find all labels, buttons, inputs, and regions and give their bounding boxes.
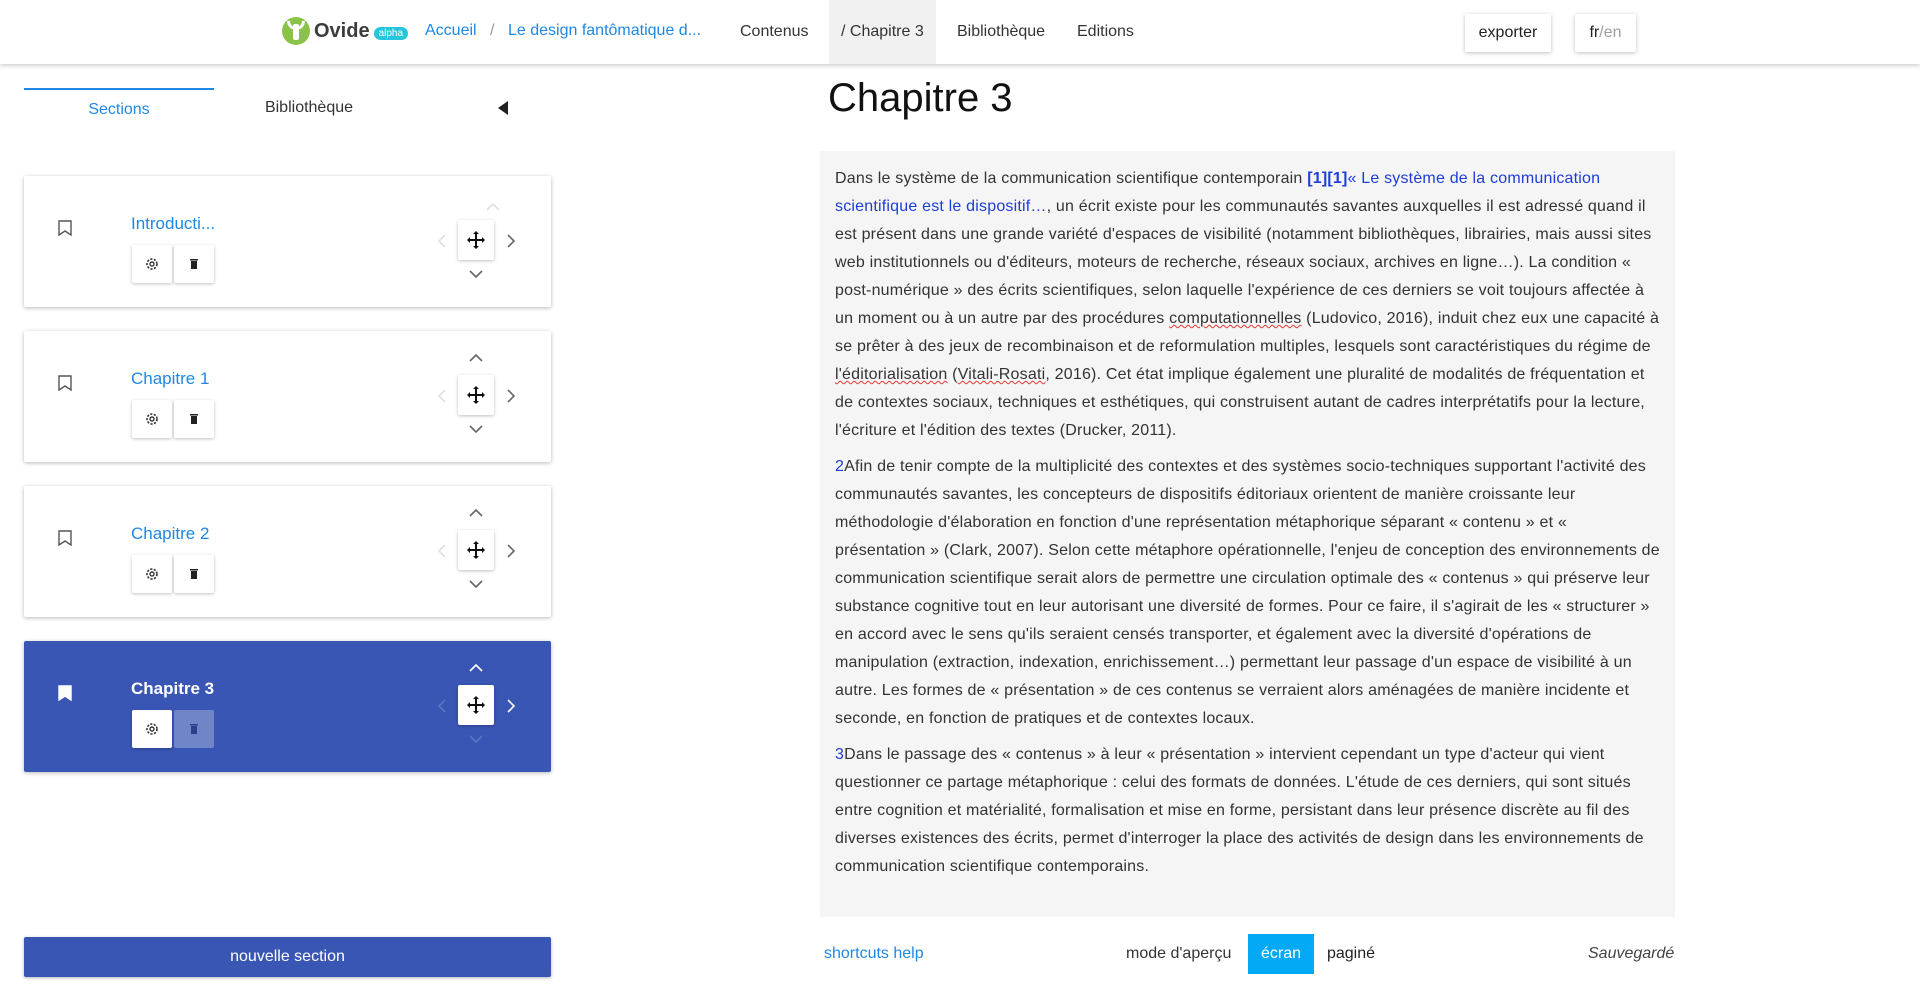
drag-handle-button[interactable] <box>458 375 494 415</box>
section-card[interactable]: Chapitre 2 <box>24 486 551 617</box>
lang-en[interactable]: en <box>1604 24 1622 41</box>
section-title[interactable]: Chapitre 2 <box>131 524 209 544</box>
bookmark-icon[interactable] <box>58 375 72 391</box>
section-card[interactable]: Chapitre 1 <box>24 331 551 462</box>
ovide-logo[interactable]: Ovide alpha <box>282 16 409 46</box>
nav-editions[interactable]: Editions <box>1065 0 1146 64</box>
section-delete-button[interactable] <box>174 245 214 283</box>
trash-icon <box>190 724 198 734</box>
nav-current-section[interactable]: / Chapitre 3 <box>829 0 936 64</box>
misspelled-word: Vitali-Rosati <box>957 366 1046 383</box>
paragraph-number: 2 <box>835 458 845 475</box>
move-down-icon[interactable] <box>468 424 484 434</box>
section-delete-button[interactable] <box>174 555 214 593</box>
move-icon <box>467 696 485 714</box>
trash-icon <box>190 259 198 269</box>
misspelled-word: computationnelles <box>1169 310 1302 327</box>
misspelled-word: l'éditorialisation <box>835 366 948 383</box>
move-right-icon[interactable] <box>506 388 516 404</box>
text-run: , un écrit existe pour les communautés s… <box>835 198 1652 327</box>
text-run: ( <box>947 366 958 383</box>
gear-icon <box>146 258 158 270</box>
nav-library[interactable]: Bibliothèque <box>945 0 1057 64</box>
drag-handle-button[interactable] <box>458 530 494 570</box>
tab-sections[interactable]: Sections <box>24 88 214 128</box>
section-card[interactable]: Introducti... <box>24 176 551 307</box>
move-left-icon[interactable] <box>437 388 447 404</box>
breadcrumb-home[interactable]: Accueil <box>425 22 477 40</box>
paragraph-number: 3 <box>835 746 845 763</box>
move-right-icon[interactable] <box>506 543 516 559</box>
tab-library[interactable]: Bibliothèque <box>214 88 404 128</box>
section-settings-button[interactable] <box>132 555 172 593</box>
collapse-sidebar-icon[interactable] <box>498 101 508 115</box>
section-title[interactable]: Chapitre 1 <box>131 369 209 389</box>
mode-screen-button[interactable]: écran <box>1248 934 1314 974</box>
text-run: Dans le système de la communication scie… <box>835 170 1308 187</box>
paragraph[interactable]: 3Dans le passage des « contenus » à leur… <box>835 741 1660 881</box>
paragraph[interactable]: Dans le système de la communication scie… <box>835 165 1660 445</box>
editor-footer: shortcuts help mode d'aperçu écran pagin… <box>820 934 1675 978</box>
bookmark-icon[interactable] <box>58 685 72 701</box>
export-button[interactable]: exporter <box>1465 14 1551 52</box>
footnote-pointer[interactable]: [1][1] <box>1307 170 1347 187</box>
text-run: Afin de tenir compte de la multiplicité … <box>835 458 1660 727</box>
move-icon <box>467 386 485 404</box>
new-section-button[interactable]: nouvelle section <box>24 937 551 977</box>
section-title[interactable]: Chapitre 3 <box>131 679 214 699</box>
alpha-badge: alpha <box>373 26 409 40</box>
move-right-icon[interactable] <box>506 233 516 249</box>
move-down-icon[interactable] <box>468 269 484 279</box>
move-icon <box>467 541 485 559</box>
section-settings-button[interactable] <box>132 710 172 748</box>
save-status: Sauvegardé <box>1588 945 1675 962</box>
move-icon <box>467 231 485 249</box>
move-down-icon[interactable] <box>468 734 484 744</box>
move-up-icon[interactable] <box>468 663 484 673</box>
trash-icon <box>190 569 198 579</box>
drag-handle-button[interactable] <box>458 685 494 725</box>
lang-fr[interactable]: fr <box>1589 24 1599 41</box>
move-left-icon[interactable] <box>437 698 447 714</box>
shortcuts-help-link[interactable]: shortcuts help <box>824 945 924 963</box>
breadcrumb-separator: / <box>490 22 495 39</box>
bookmark-icon[interactable] <box>58 220 72 236</box>
breadcrumb-story[interactable]: Le design fantômatique d... <box>508 22 701 40</box>
language-toggle[interactable]: fr/en <box>1575 14 1636 52</box>
nav-contents[interactable]: Contenus <box>728 0 821 64</box>
trash-icon <box>190 414 198 424</box>
ovide-logo-icon <box>282 17 310 45</box>
gear-icon <box>146 568 158 580</box>
section-delete-button[interactable] <box>174 400 214 438</box>
mode-paged-button[interactable]: paginé <box>1314 934 1388 974</box>
move-left-icon[interactable] <box>437 233 447 249</box>
move-up-icon[interactable] <box>485 202 501 212</box>
top-bar: Ovide alpha Accueil / Le design fantômat… <box>0 0 1920 64</box>
gear-icon <box>146 723 158 735</box>
sidebar-tabs: Sections Bibliothèque <box>24 88 548 128</box>
paragraph[interactable]: 2Afin de tenir compte de la multiplicité… <box>835 453 1660 733</box>
bookmark-icon[interactable] <box>58 530 72 546</box>
section-delete-button[interactable] <box>174 710 214 748</box>
move-up-icon[interactable] <box>468 508 484 518</box>
move-left-icon[interactable] <box>437 543 447 559</box>
preview-mode-label: mode d'aperçu <box>1126 945 1232 962</box>
section-heading[interactable]: Chapitre 3 <box>828 76 1013 121</box>
text-run: Dans le passage des « contenus » à leur … <box>835 746 1644 875</box>
logo-text: Ovide <box>314 19 370 42</box>
gear-icon <box>146 413 158 425</box>
move-right-icon[interactable] <box>506 698 516 714</box>
section-card-selected[interactable]: Chapitre 3 <box>24 641 551 772</box>
editor-content[interactable]: Dans le système de la communication scie… <box>820 151 1675 917</box>
section-settings-button[interactable] <box>132 245 172 283</box>
move-up-icon[interactable] <box>468 353 484 363</box>
section-settings-button[interactable] <box>132 400 172 438</box>
drag-handle-button[interactable] <box>458 220 494 260</box>
section-title[interactable]: Introducti... <box>131 214 215 234</box>
move-down-icon[interactable] <box>468 579 484 589</box>
